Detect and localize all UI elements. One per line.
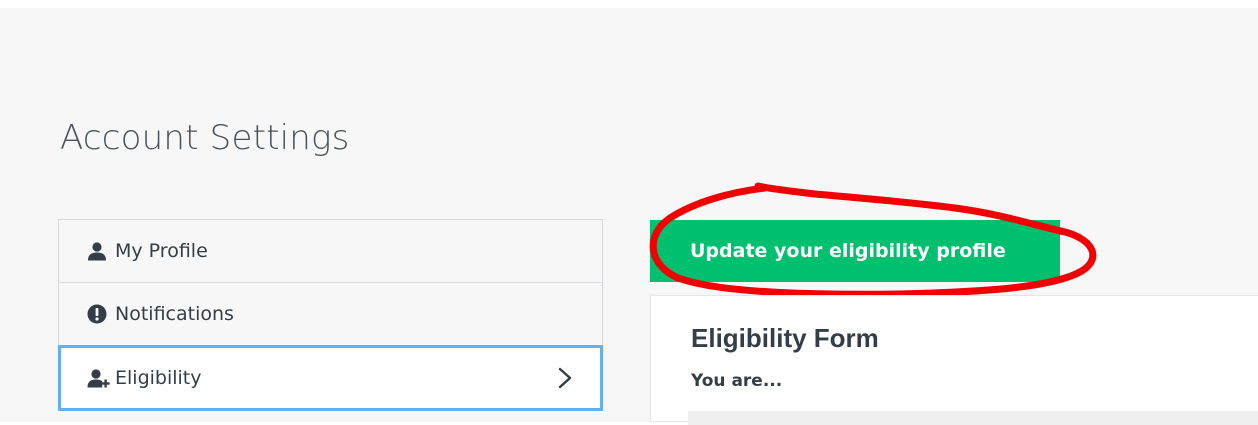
sidebar-item-label: Eligibility [115,367,202,389]
user-plus-icon [87,368,111,388]
settings-sidebar: My Profile Notifications Eligibility [58,219,603,411]
eligibility-form-card: Eligibility Form You are... [650,295,1258,425]
page-title: Account Settings [60,118,350,158]
form-title: Eligibility Form [691,323,879,353]
form-answer-field[interactable] [688,411,1258,425]
sidebar-item-my-profile[interactable]: My Profile [58,219,603,283]
sidebar-item-eligibility[interactable]: Eligibility [58,345,603,411]
alert-circle-icon [87,304,111,324]
form-question-label: You are... [691,371,783,391]
sidebar-item-label: Notifications [115,303,234,325]
chevron-right-icon [558,367,572,389]
user-icon [87,241,111,261]
update-eligibility-profile-button[interactable]: Update your eligibility profile [650,220,1060,282]
sidebar-item-notifications[interactable]: Notifications [58,282,603,346]
sidebar-item-label: My Profile [115,240,208,262]
